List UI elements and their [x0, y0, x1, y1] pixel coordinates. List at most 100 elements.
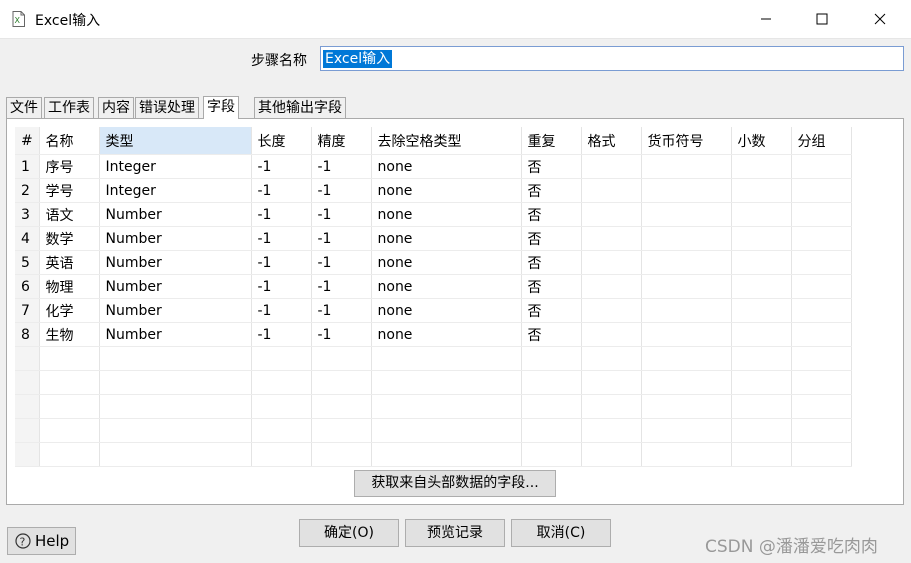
- table-cell[interactable]: [641, 154, 732, 179]
- table-cell[interactable]: 否: [521, 226, 582, 251]
- table-cell[interactable]: -1: [251, 202, 312, 227]
- table-cell-empty[interactable]: [791, 370, 852, 395]
- table-cell-empty[interactable]: [311, 370, 372, 395]
- table-cell-empty[interactable]: [39, 442, 100, 467]
- table-cell[interactable]: -1: [251, 274, 312, 299]
- column-header[interactable]: 小数: [731, 127, 792, 155]
- table-cell[interactable]: -1: [311, 202, 372, 227]
- table-row[interactable]: 1 序号 Integer -1 -1 none 否: [15, 154, 852, 179]
- table-cell-empty[interactable]: [791, 442, 852, 467]
- table-cell[interactable]: 生物: [39, 322, 100, 347]
- table-cell-empty[interactable]: [731, 394, 792, 419]
- table-cell-empty[interactable]: [39, 370, 100, 395]
- table-row[interactable]: 6 物理 Number -1 -1 none 否: [15, 274, 852, 299]
- table-cell[interactable]: 英语: [39, 250, 100, 275]
- table-cell-empty[interactable]: [371, 442, 522, 467]
- table-cell[interactable]: [731, 226, 792, 251]
- table-cell[interactable]: none: [371, 178, 522, 203]
- table-cell-empty[interactable]: [791, 418, 852, 443]
- table-cell-empty[interactable]: [99, 370, 252, 395]
- tab-error-handling[interactable]: 错误处理: [135, 97, 199, 118]
- table-cell-empty[interactable]: [641, 370, 732, 395]
- table-cell-empty[interactable]: [731, 370, 792, 395]
- table-cell[interactable]: [641, 250, 732, 275]
- table-cell-empty[interactable]: [251, 394, 312, 419]
- column-header[interactable]: 精度: [311, 127, 372, 155]
- table-cell-empty[interactable]: [251, 346, 312, 371]
- table-cell-empty[interactable]: [731, 346, 792, 371]
- step-name-input[interactable]: Excel输入: [320, 46, 904, 71]
- maximize-button[interactable]: [793, 0, 851, 38]
- table-row-empty[interactable]: [15, 370, 852, 395]
- table-row-empty[interactable]: [15, 418, 852, 443]
- table-cell[interactable]: [791, 226, 852, 251]
- help-button[interactable]: ? Help: [7, 527, 76, 555]
- cancel-button[interactable]: 取消(C): [511, 519, 611, 547]
- table-cell-empty[interactable]: [521, 370, 582, 395]
- table-cell-empty[interactable]: [39, 394, 100, 419]
- table-cell[interactable]: [581, 298, 642, 323]
- column-header[interactable]: 长度: [251, 127, 312, 155]
- table-cell-empty[interactable]: [39, 418, 100, 443]
- table-cell[interactable]: [581, 178, 642, 203]
- table-cell-empty[interactable]: [731, 442, 792, 467]
- table-cell-empty[interactable]: [99, 394, 252, 419]
- table-cell-empty[interactable]: [731, 418, 792, 443]
- table-cell-empty[interactable]: [581, 346, 642, 371]
- table-cell-empty[interactable]: [371, 418, 522, 443]
- table-cell-empty[interactable]: [371, 370, 522, 395]
- table-cell-empty[interactable]: [311, 442, 372, 467]
- table-cell[interactable]: [581, 274, 642, 299]
- tab-other-output-fields[interactable]: 其他输出字段: [254, 97, 346, 118]
- table-cell-empty[interactable]: [641, 394, 732, 419]
- table-cell[interactable]: [731, 250, 792, 275]
- column-header[interactable]: 类型: [99, 127, 252, 155]
- table-cell[interactable]: none: [371, 274, 522, 299]
- table-cell[interactable]: 否: [521, 274, 582, 299]
- table-cell[interactable]: 否: [521, 250, 582, 275]
- table-cell-empty[interactable]: [39, 346, 100, 371]
- table-cell-empty[interactable]: [15, 394, 40, 419]
- table-row[interactable]: 2 学号 Integer -1 -1 none 否: [15, 178, 852, 203]
- table-cell[interactable]: [791, 154, 852, 179]
- table-cell[interactable]: [791, 322, 852, 347]
- column-header[interactable]: 分组: [791, 127, 852, 155]
- table-cell-empty[interactable]: [15, 418, 40, 443]
- table-cell-empty[interactable]: [791, 394, 852, 419]
- table-row[interactable]: 8 生物 Number -1 -1 none 否: [15, 322, 852, 347]
- table-cell[interactable]: none: [371, 250, 522, 275]
- table-cell[interactable]: none: [371, 298, 522, 323]
- table-cell-empty[interactable]: [251, 418, 312, 443]
- table-cell[interactable]: [641, 322, 732, 347]
- table-row[interactable]: 3 语文 Number -1 -1 none 否: [15, 202, 852, 227]
- table-cell[interactable]: [731, 202, 792, 227]
- table-cell[interactable]: [791, 202, 852, 227]
- table-cell[interactable]: [791, 178, 852, 203]
- table-row-empty[interactable]: [15, 442, 852, 467]
- table-cell[interactable]: none: [371, 226, 522, 251]
- table-cell[interactable]: Integer: [99, 178, 252, 203]
- tab-file[interactable]: 文件: [6, 97, 42, 118]
- table-cell[interactable]: [641, 298, 732, 323]
- table-cell[interactable]: -1: [311, 226, 372, 251]
- table-cell[interactable]: -1: [311, 274, 372, 299]
- table-row[interactable]: 7 化学 Number -1 -1 none 否: [15, 298, 852, 323]
- table-cell-empty[interactable]: [251, 442, 312, 467]
- tab-content[interactable]: 内容: [98, 97, 134, 118]
- table-cell[interactable]: [581, 202, 642, 227]
- table-cell[interactable]: [731, 154, 792, 179]
- column-header[interactable]: #: [15, 127, 40, 155]
- tab-fields[interactable]: 字段: [203, 96, 239, 119]
- table-cell[interactable]: [641, 202, 732, 227]
- table-cell[interactable]: 否: [521, 202, 582, 227]
- table-cell[interactable]: Number: [99, 298, 252, 323]
- table-cell[interactable]: -1: [251, 226, 312, 251]
- table-cell-empty[interactable]: [99, 418, 252, 443]
- table-cell[interactable]: [791, 250, 852, 275]
- table-cell-empty[interactable]: [251, 370, 312, 395]
- table-cell[interactable]: 序号: [39, 154, 100, 179]
- table-cell[interactable]: [731, 274, 792, 299]
- column-header[interactable]: 名称: [39, 127, 100, 155]
- close-button[interactable]: [851, 0, 909, 38]
- column-header[interactable]: 去除空格类型: [371, 127, 522, 155]
